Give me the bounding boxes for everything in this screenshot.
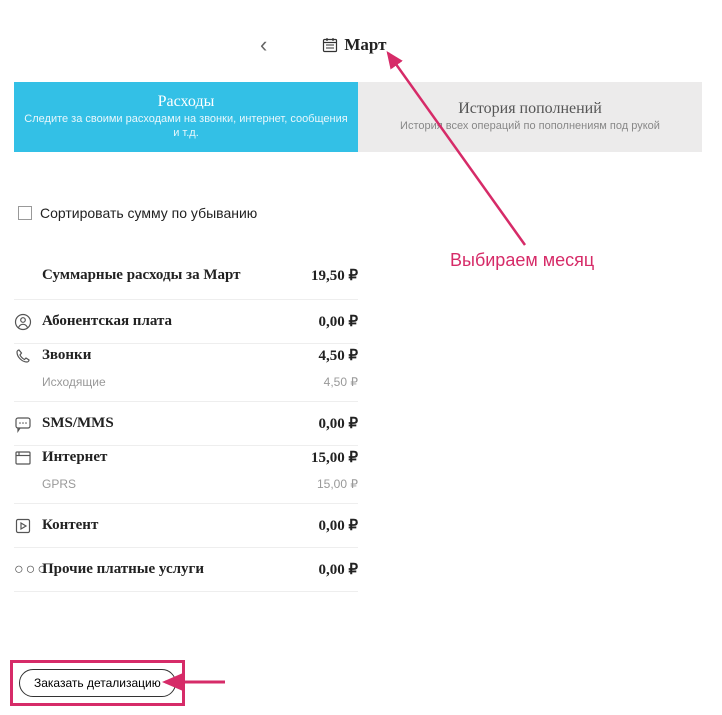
- other-value: 0,00 ₽: [318, 560, 358, 579]
- sms-label: SMS/MMS: [42, 415, 318, 432]
- month-label: Март: [344, 35, 386, 55]
- order-details-button[interactable]: Заказать детализацию: [19, 669, 176, 697]
- row-other[interactable]: ○○○ Прочие платные услуги 0,00 ₽: [14, 548, 358, 592]
- calls-label: Звонки: [42, 347, 318, 364]
- calls-sub-value: 4,50 ₽: [324, 375, 358, 389]
- tab-expenses-subtitle: Следите за своими расходами на звонки, и…: [24, 113, 348, 141]
- order-button-highlight: Заказать детализацию: [10, 660, 185, 706]
- calendar-icon: [322, 37, 338, 53]
- month-selector[interactable]: Март: [322, 35, 386, 55]
- internet-sub-label: GPRS: [42, 477, 317, 491]
- row-calls[interactable]: Звонки 4,50 ₽: [14, 344, 358, 375]
- row-internet-sub: GPRS 15,00 ₽: [14, 477, 358, 504]
- expense-list: Суммарные расходы за Март 19,50 ₽ Абонен…: [14, 252, 358, 592]
- user-icon: [14, 313, 42, 331]
- row-subscription[interactable]: Абонентская плата 0,00 ₽: [14, 300, 358, 344]
- row-internet[interactable]: Интернет 15,00 ₽: [14, 446, 358, 477]
- calls-value: 4,50 ₽: [318, 346, 358, 365]
- annotation-label: Выбираем месяц: [450, 250, 594, 271]
- row-sms[interactable]: SMS/MMS 0,00 ₽: [14, 402, 358, 446]
- subscription-label: Абонентская плата: [42, 313, 318, 330]
- other-label: Прочие платные услуги: [42, 561, 318, 578]
- message-icon: [14, 415, 42, 433]
- sort-desc-checkbox[interactable]: [18, 206, 32, 220]
- subscription-value: 0,00 ₽: [318, 312, 358, 331]
- sms-value: 0,00 ₽: [318, 414, 358, 433]
- internet-value: 15,00 ₽: [311, 448, 358, 467]
- total-value: 19,50 ₽: [311, 266, 358, 285]
- prev-month-button[interactable]: ‹: [260, 32, 267, 58]
- dots-icon: ○○○: [14, 561, 42, 579]
- internet-label: Интернет: [42, 449, 311, 466]
- tab-history-subtitle: История всех операций по пополнениям под…: [400, 120, 660, 134]
- browser-icon: [14, 449, 42, 467]
- content-value: 0,00 ₽: [318, 516, 358, 535]
- row-total: Суммарные расходы за Март 19,50 ₽: [14, 252, 358, 300]
- internet-sub-value: 15,00 ₽: [317, 477, 358, 491]
- row-calls-sub: Исходящие 4,50 ₽: [14, 375, 358, 402]
- content-label: Контент: [42, 517, 318, 534]
- tab-expenses[interactable]: Расходы Следите за своими расходами на з…: [14, 82, 358, 152]
- sort-label: Сортировать сумму по убыванию: [40, 205, 257, 221]
- tab-expenses-title: Расходы: [158, 93, 215, 111]
- phone-icon: [14, 347, 42, 365]
- tab-history-title: История пополнений: [458, 100, 602, 118]
- play-icon: [14, 517, 42, 535]
- calls-sub-label: Исходящие: [42, 375, 324, 389]
- tab-history[interactable]: История пополнений История всех операций…: [358, 82, 702, 152]
- row-content[interactable]: Контент 0,00 ₽: [14, 504, 358, 548]
- total-label: Суммарные расходы за Март: [42, 267, 311, 284]
